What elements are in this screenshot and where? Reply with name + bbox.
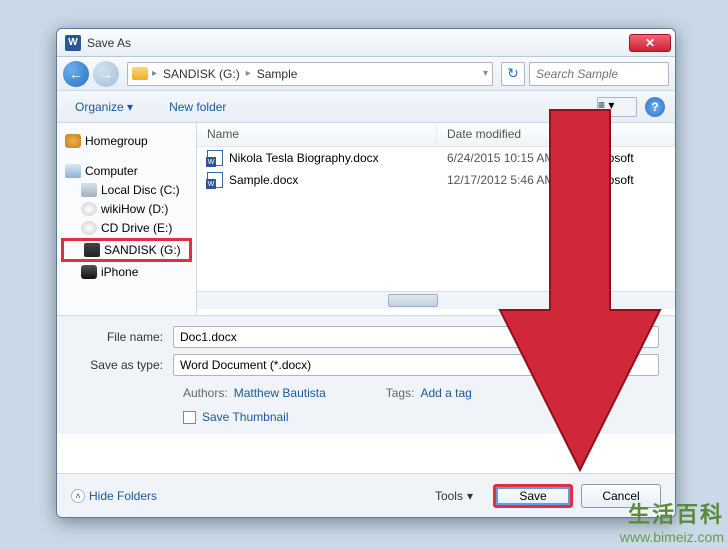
- column-date[interactable]: Date modified: [437, 123, 575, 146]
- tree-computer[interactable]: Computer: [61, 162, 192, 180]
- computer-icon: [65, 164, 81, 178]
- tree-drive-selected[interactable]: SANDISK (G:): [61, 238, 192, 262]
- breadcrumb-segment[interactable]: Sample: [251, 67, 304, 81]
- file-row[interactable]: Nikola Tesla Biography.docx 6/24/2015 10…: [197, 147, 675, 169]
- window-title: Save As: [87, 36, 629, 50]
- toolbar: Organize ▾ New folder ≡ ▾ ?: [57, 91, 675, 123]
- word-icon: W: [65, 35, 81, 51]
- chevron-up-icon: ˄: [71, 489, 85, 503]
- homegroup-icon: [65, 134, 81, 148]
- column-type[interactable]: Type: [575, 123, 675, 146]
- phone-icon: [81, 265, 97, 279]
- tree-drive[interactable]: Local Disc (C:): [61, 181, 192, 199]
- organize-button[interactable]: Organize ▾: [67, 96, 141, 118]
- authors-label: Authors:: [183, 386, 228, 400]
- filename-input[interactable]: [173, 326, 659, 348]
- search-input[interactable]: [529, 62, 669, 86]
- horizontal-scrollbar[interactable]: [197, 291, 675, 309]
- folder-icon: [132, 67, 148, 80]
- disc-icon: [81, 221, 97, 235]
- help-button[interactable]: ?: [645, 97, 665, 117]
- breadcrumb[interactable]: ▸ SANDISK (G:) ▸ Sample ▾: [127, 62, 493, 86]
- nav-bar: ← → ▸ SANDISK (G:) ▸ Sample ▾ ↻: [57, 57, 675, 91]
- watermark: 生活百科 www.bimeiz.com: [620, 497, 724, 545]
- explorer-body: Homegroup Computer Local Disc (C:) wikiH…: [57, 123, 675, 315]
- tags-label: Tags:: [386, 386, 415, 400]
- tree-drive[interactable]: iPhone: [61, 263, 192, 281]
- filename-label: File name:: [73, 330, 173, 344]
- tags-value[interactable]: Add a tag: [420, 386, 471, 400]
- tree-drive[interactable]: CD Drive (E:): [61, 219, 192, 237]
- drive-icon: [81, 183, 97, 197]
- authors-value[interactable]: Matthew Bautista: [234, 386, 326, 400]
- disc-icon: [81, 202, 97, 216]
- usb-icon: [84, 243, 100, 257]
- docx-icon: [207, 150, 223, 166]
- folder-tree: Homegroup Computer Local Disc (C:) wikiH…: [57, 123, 197, 315]
- tree-homegroup[interactable]: Homegroup: [61, 132, 192, 150]
- back-button[interactable]: ←: [63, 61, 89, 87]
- save-form: File name: Save as type: Authors: Matthew…: [57, 315, 675, 434]
- chevron-down-icon[interactable]: ▾: [483, 68, 488, 79]
- savetype-label: Save as type:: [73, 358, 173, 372]
- list-header: Name Date modified Type: [197, 123, 675, 147]
- docx-icon: [207, 172, 223, 188]
- scrollbar-thumb[interactable]: [388, 294, 438, 307]
- close-button[interactable]: ✕: [629, 34, 671, 52]
- chevron-down-icon: ▾: [467, 489, 473, 503]
- new-folder-button[interactable]: New folder: [161, 96, 234, 118]
- view-options-button[interactable]: ≡ ▾: [597, 97, 637, 117]
- column-name[interactable]: Name: [197, 123, 437, 146]
- dialog-footer: ˄ Hide Folders Tools▾ Save Cancel: [57, 473, 675, 517]
- titlebar: W Save As ✕: [57, 29, 675, 57]
- hide-folders-button[interactable]: ˄ Hide Folders: [71, 489, 157, 503]
- save-thumbnail-label: Save Thumbnail: [202, 410, 289, 424]
- savetype-select[interactable]: [173, 354, 659, 376]
- refresh-button[interactable]: ↻: [501, 62, 525, 86]
- breadcrumb-segment[interactable]: SANDISK (G:): [157, 67, 246, 81]
- save-thumbnail-checkbox[interactable]: [183, 411, 196, 424]
- save-button[interactable]: Save: [493, 484, 573, 508]
- tools-dropdown[interactable]: Tools▾: [435, 489, 473, 503]
- tree-drive[interactable]: wikiHow (D:): [61, 200, 192, 218]
- file-list: Name Date modified Type Nikola Tesla Bio…: [197, 123, 675, 315]
- file-row[interactable]: Sample.docx 12/17/2012 5:46 AM Microsoft: [197, 169, 675, 191]
- forward-button[interactable]: →: [93, 61, 119, 87]
- save-as-dialog: W Save As ✕ ← → ▸ SANDISK (G:) ▸ Sample …: [56, 28, 676, 518]
